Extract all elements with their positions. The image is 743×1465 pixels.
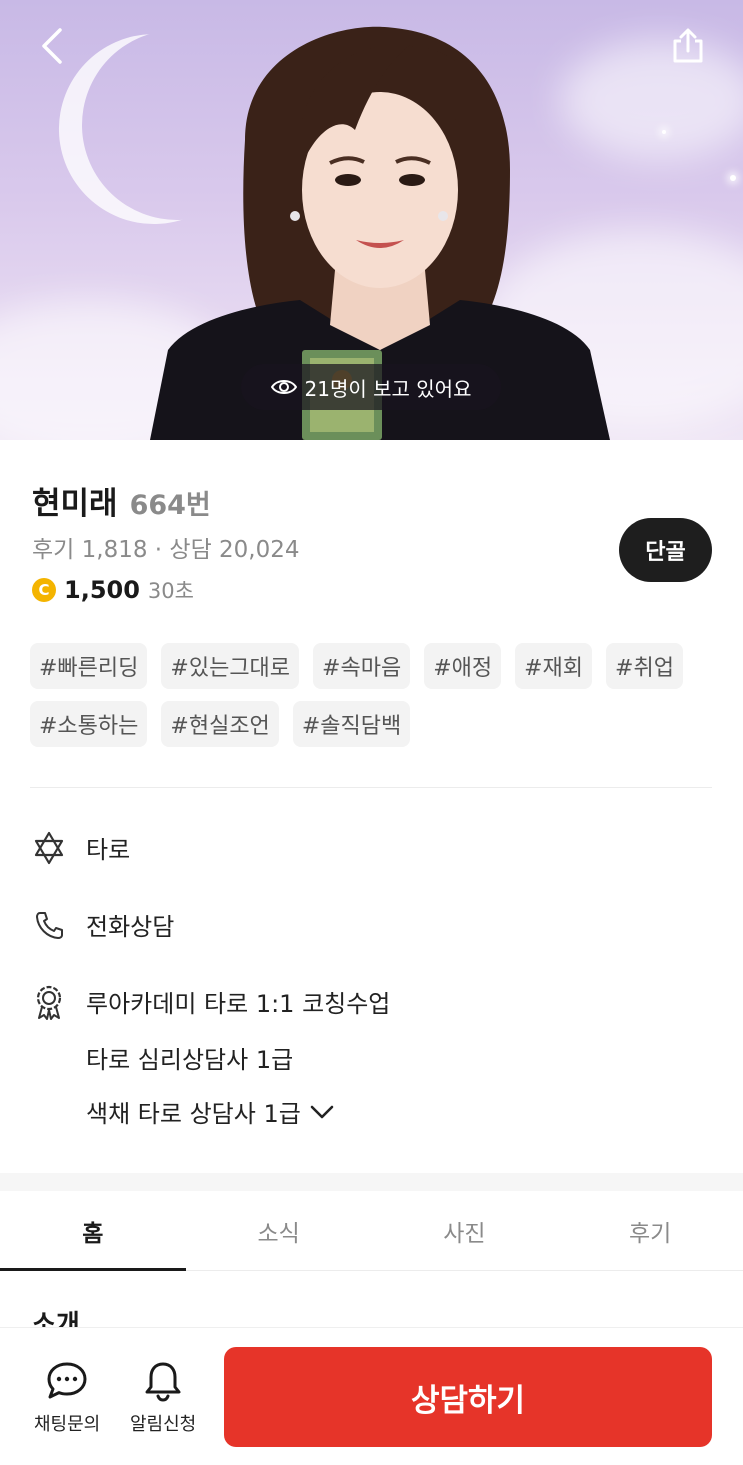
hashtag-chip[interactable]: #현실조언 (161, 701, 279, 747)
tab-home[interactable]: 홈 (0, 1191, 186, 1271)
certification-row: 루아카데미 타로 1:1 코칭수업 (32, 984, 391, 1020)
price-row: C 1,500 30초 (32, 575, 194, 605)
certification-text: 색채 타로 상담사 1급 (86, 1100, 301, 1128)
certification-text: 루아카데미 타로 1:1 코칭수업 (86, 990, 391, 1018)
badge-icon (32, 985, 66, 1020)
back-button[interactable] (30, 24, 74, 68)
chat-inquiry-label: 채팅문의 (34, 1414, 101, 1435)
tab-photos[interactable]: 사진 (372, 1191, 558, 1270)
section-gap (0, 1173, 743, 1191)
chat-inquiry-button[interactable]: 채팅문의 (34, 1360, 100, 1436)
hashtag-chip[interactable]: #애정 (424, 643, 502, 689)
viewer-count-pill: 21명이 보고 있어요 (241, 364, 501, 410)
profile-hero-image: 21명이 보고 있어요 (0, 0, 743, 440)
certification-expand-row[interactable]: 색채 타로 상담사 1급 (86, 1094, 335, 1129)
hexagram-icon (32, 831, 66, 865)
hashtag-chip[interactable]: #빠른리딩 (30, 643, 148, 689)
phone-icon (32, 908, 66, 942)
counselor-name: 현미래 (32, 486, 118, 522)
coin-icon: C (32, 578, 56, 602)
viewer-count-text: 21명이 보고 있어요 (304, 376, 472, 401)
chevron-down-icon[interactable] (309, 1104, 335, 1120)
hashtag-chip[interactable]: #솔직담백 (292, 701, 411, 747)
hashtag-chip[interactable]: #재회 (515, 643, 593, 689)
back-icon (42, 28, 62, 64)
hashtag-chip[interactable]: #소통하는 (30, 701, 148, 747)
regular-customer-button[interactable]: 단골 (619, 518, 712, 582)
hashtag-chip[interactable]: #속마음 (313, 643, 411, 689)
profile-tabs: 홈 소식 사진 후기 (0, 1191, 743, 1271)
price-value: 1,500 (64, 576, 140, 604)
counselor-name-row: 현미래 664번 (32, 478, 211, 523)
start-consultation-button[interactable]: 상담하기 (224, 1347, 712, 1447)
star-decoration (730, 175, 736, 181)
bottom-action-bar: 채팅문의 알림신청 상담하기 (0, 1327, 743, 1465)
tab-news[interactable]: 소식 (186, 1191, 372, 1270)
hashtag-list: #빠른리딩 #있는그대로 #속마음 #애정 #재회 #취업 #소통하는 #현실조… (30, 643, 720, 747)
intro-section-title: 소개 (32, 1310, 80, 1328)
section-divider (30, 787, 712, 788)
consult-method-row: 전화상담 (32, 907, 174, 942)
category-text: 타로 (86, 836, 131, 864)
chat-bubble-icon (47, 1362, 87, 1399)
share-icon (673, 28, 703, 63)
notification-subscribe-button[interactable]: 알림신청 (130, 1360, 196, 1436)
counselor-number: 664번 (129, 490, 211, 521)
hashtag-chip[interactable]: #있는그대로 (161, 643, 300, 689)
bell-icon (145, 1362, 181, 1402)
category-row: 타로 (32, 830, 130, 865)
notification-subscribe-label: 알림신청 (130, 1414, 197, 1435)
tab-reviews[interactable]: 후기 (557, 1191, 743, 1270)
eye-icon (270, 380, 297, 394)
share-button[interactable] (666, 24, 710, 68)
hashtag-chip[interactable]: #취업 (606, 643, 683, 689)
review-consult-stats: 후기 1,818 · 상담 20,024 (32, 537, 300, 563)
consult-method-text: 전화상담 (86, 913, 175, 941)
price-unit: 30초 (147, 579, 194, 603)
certification-text: 타로 심리상담사 1급 (86, 1046, 294, 1074)
star-decoration (662, 130, 666, 134)
